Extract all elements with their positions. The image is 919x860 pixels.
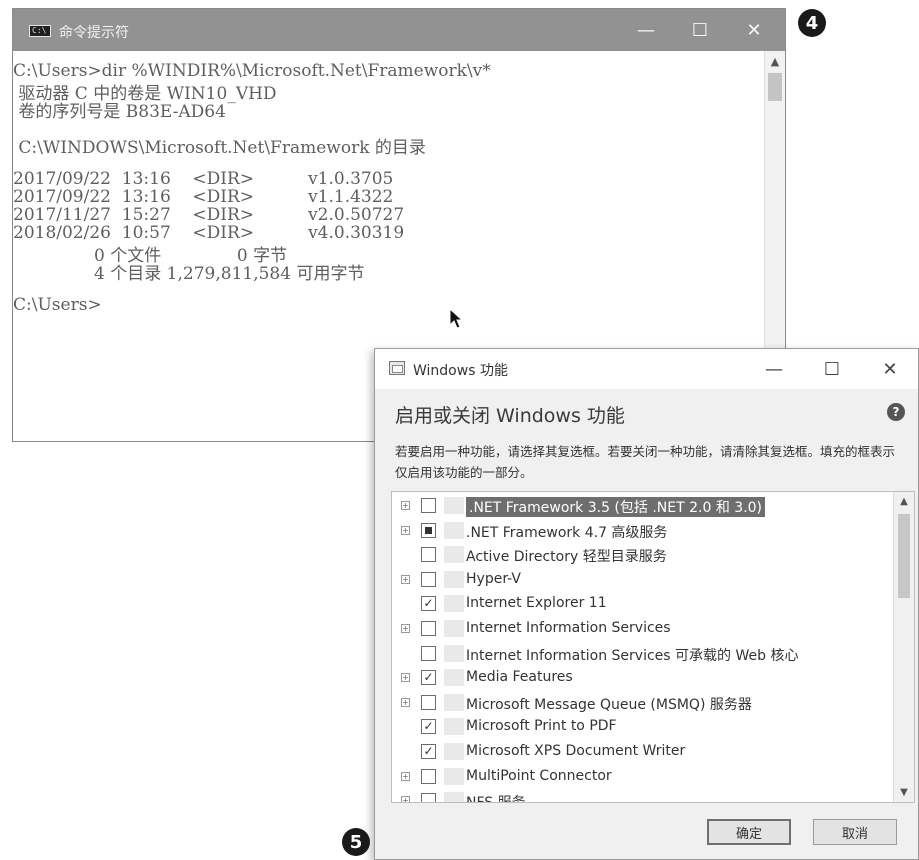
feature-checkbox[interactable]: ✓	[421, 596, 436, 612]
feature-label: Media Features	[466, 669, 573, 686]
step-marker-4: 4	[798, 9, 826, 37]
feature-checkbox[interactable]: ✓	[421, 719, 436, 735]
ok-button[interactable]: 确定	[707, 819, 791, 845]
feature-folder-icon	[444, 521, 464, 539]
features-tree[interactable]: + .NET Framework 3.5 (包括 .NET 2.0 和 3.0) +…	[391, 491, 915, 803]
cmd-output-line: 2018/02/26 10:57 <DIR> v4.0.30319	[13, 223, 405, 243]
feature-checkbox[interactable]: ✓	[421, 670, 436, 686]
feature-checkbox[interactable]	[421, 571, 436, 587]
feature-item[interactable]: + ✓ Media Features	[392, 666, 892, 690]
dialog-close-button[interactable]: ✕	[861, 349, 919, 389]
cmd-maximize-button[interactable]: ☐	[673, 9, 727, 51]
feature-item[interactable]: + Hyper-V	[392, 568, 892, 592]
feature-item[interactable]: + .NET Framework 3.5 (包括 .NET 2.0 和 3.0)	[392, 494, 892, 518]
feature-label: MultiPoint Connector	[466, 767, 612, 784]
expand-icon[interactable]: +	[401, 501, 410, 510]
feature-item[interactable]: + Microsoft Message Queue (MSMQ) 服务器	[392, 691, 892, 715]
feature-label: .NET Framework 3.5 (包括 .NET 2.0 和 3.0)	[466, 497, 766, 517]
feature-folder-icon	[444, 620, 464, 637]
feature-folder-icon	[444, 743, 464, 760]
feature-folder-icon	[444, 546, 464, 564]
feature-checkbox[interactable]	[421, 793, 436, 802]
feature-item[interactable]: + MultiPoint Connector	[392, 765, 892, 789]
feature-folder-icon	[444, 718, 464, 736]
expand-icon[interactable]: +	[401, 673, 410, 683]
cancel-button[interactable]: 取消	[813, 819, 897, 845]
feature-label: Active Directory 轻型目录服务	[466, 549, 667, 566]
cmd-title: 命令提示符	[59, 25, 129, 41]
cmd-scroll-thumb[interactable]	[768, 73, 782, 101]
feature-label: Internet Information Services	[466, 620, 671, 636]
feature-checkbox[interactable]: ✓	[421, 744, 436, 759]
feature-item[interactable]: ✓ Internet Explorer 11	[392, 592, 892, 616]
scroll-up-arrow-icon[interactable]: ▲	[894, 496, 914, 507]
feature-checkbox[interactable]	[421, 547, 436, 563]
feature-folder-icon	[444, 767, 464, 785]
cmd-output-line: 2017/11/27 15:27 <DIR> v2.0.50727	[13, 205, 405, 225]
dialog-title: Windows 功能	[413, 363, 508, 379]
feature-checkbox[interactable]	[421, 621, 436, 636]
feature-item[interactable]: ✓ Microsoft XPS Document Writer	[392, 740, 892, 764]
feature-item[interactable]: Active Directory 轻型目录服务	[392, 543, 892, 567]
feature-folder-icon	[444, 570, 464, 588]
expand-icon[interactable]: +	[401, 771, 410, 781]
expand-icon[interactable]: +	[401, 574, 410, 584]
feature-label: Internet Information Services 可承载的 Web 核…	[466, 647, 799, 664]
feature-checkbox[interactable]	[421, 768, 436, 784]
step-marker-5: 5	[342, 828, 370, 856]
dialog-minimize-button[interactable]: —	[745, 349, 803, 389]
cmd-close-button[interactable]: ✕	[727, 9, 781, 51]
feature-folder-icon	[444, 497, 464, 514]
feature-label: NFS 服务	[466, 792, 526, 802]
feature-item[interactable]: Internet Information Services 可承载的 Web 核…	[392, 642, 892, 666]
cmd-output-line: 卷的序列号是 B83E-AD64	[13, 102, 226, 122]
expand-icon[interactable]: +	[401, 624, 410, 633]
expand-icon[interactable]: +	[401, 697, 410, 707]
cmd-output-line: C:\Users>dir %WINDIR%\Microsoft.Net\Fram…	[13, 61, 491, 81]
expand-icon[interactable]: +	[401, 525, 410, 535]
expand-icon[interactable]: +	[401, 796, 410, 802]
cmd-output-line: 2017/09/22 13:16 <DIR> v1.0.3705	[13, 169, 394, 189]
feature-label: Internet Explorer 11	[466, 595, 607, 612]
feature-label: Microsoft Print to PDF	[466, 718, 617, 735]
dialog-maximize-button[interactable]: ☐	[803, 349, 861, 389]
help-icon[interactable]: ?	[887, 403, 905, 421]
feature-item[interactable]: + .NET Framework 4.7 高级服务	[392, 519, 892, 543]
feature-checkbox[interactable]	[421, 522, 436, 538]
feature-folder-icon	[444, 669, 464, 687]
feature-checkbox[interactable]	[421, 645, 436, 661]
feature-label: Hyper-V	[466, 570, 521, 587]
cmd-output-line: C:\Users>	[13, 295, 102, 315]
feature-item[interactable]: ✓ Microsoft Print to PDF	[392, 715, 892, 739]
mouse-cursor-icon	[449, 308, 463, 329]
windows-features-dialog: Windows 功能 — ☐ ✕ 启用或关闭 Windows 功能 ? 若要启用…	[374, 348, 919, 860]
feature-folder-icon	[444, 693, 464, 711]
feature-label: Microsoft Message Queue (MSMQ) 服务器	[466, 696, 752, 713]
feature-label: Microsoft XPS Document Writer	[466, 743, 686, 759]
cmd-minimize-button[interactable]: —	[619, 9, 673, 51]
cmd-title-bar[interactable]: C:\ 命令提示符 — ☐ ✕	[13, 9, 785, 51]
feature-checkbox[interactable]	[421, 694, 436, 710]
scroll-up-arrow-icon[interactable]: ▲	[765, 55, 785, 68]
dialog-heading: 启用或关闭 Windows 功能	[395, 405, 625, 427]
cmd-output-line: 4 个目录 1,279,811,584 可用字节	[13, 264, 365, 284]
dialog-description: 若要启用一种功能，请选择其复选框。若要关闭一种功能，请清除其复选框。填充的框表示…	[395, 444, 896, 480]
feature-folder-icon	[444, 792, 464, 802]
feature-item[interactable]: + NFS 服务	[392, 789, 892, 802]
dialog-title-bar[interactable]: Windows 功能 — ☐ ✕	[375, 349, 918, 389]
features-scrollbar[interactable]: ▲ ▼	[893, 492, 914, 802]
features-scroll-thumb[interactable]	[898, 514, 910, 598]
feature-checkbox[interactable]	[421, 498, 436, 513]
feature-folder-icon	[444, 644, 464, 662]
scroll-down-arrow-icon[interactable]: ▼	[894, 787, 914, 798]
console-icon: C:\	[29, 25, 51, 37]
feature-item[interactable]: + Internet Information Services	[392, 617, 892, 641]
feature-folder-icon	[444, 595, 464, 613]
feature-label: .NET Framework 4.7 高级服务	[466, 524, 668, 541]
cmd-output-line: 2017/09/22 13:16 <DIR> v1.1.4322	[13, 187, 394, 207]
cmd-output-line: C:\WINDOWS\Microsoft.Net\Framework 的目录	[13, 138, 426, 158]
windows-features-icon	[389, 361, 405, 375]
